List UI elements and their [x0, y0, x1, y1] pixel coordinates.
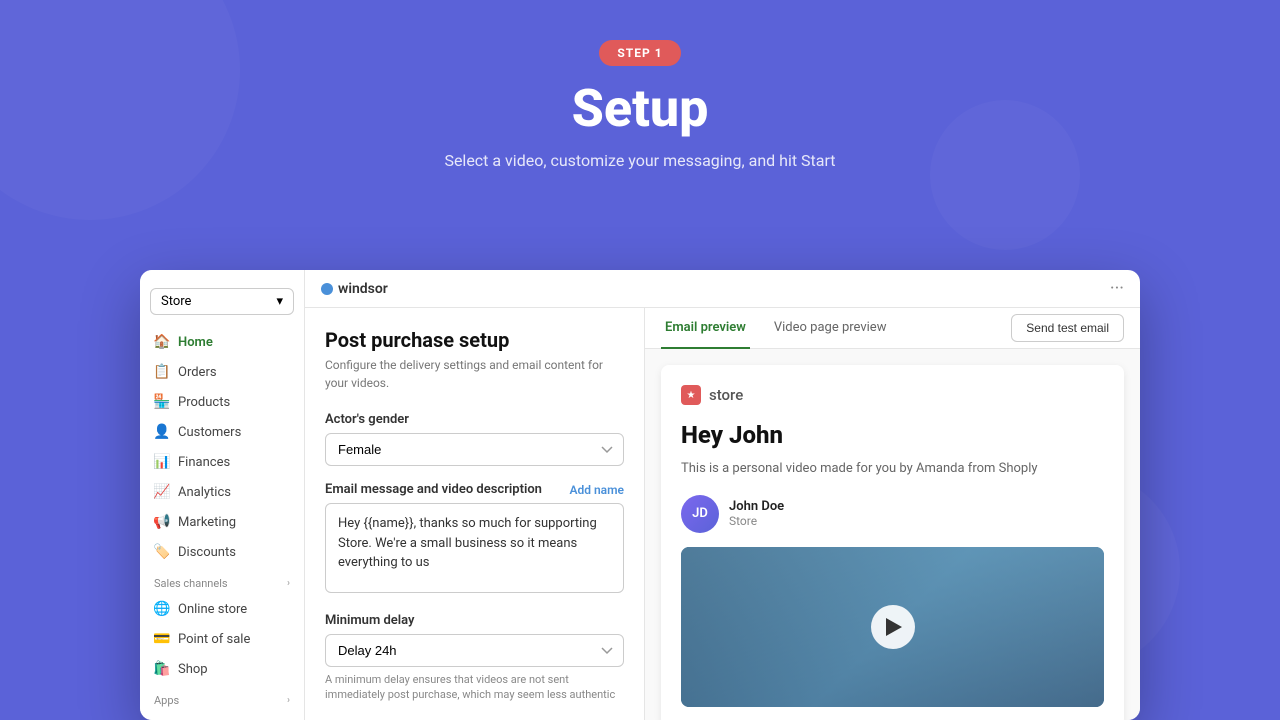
- orders-icon: 📋: [154, 364, 170, 380]
- sales-channels-section: Sales channels ›: [140, 567, 304, 594]
- sidebar-item-orders[interactable]: 📋 Orders: [140, 357, 304, 387]
- sidebar-item-online-store-label: Online store: [178, 602, 247, 617]
- store-name: store: [709, 386, 743, 404]
- sender-name: John Doe: [729, 499, 784, 514]
- sidebar-item-point-of-sale[interactable]: 💳 Point of sale: [140, 624, 304, 654]
- sidebar-item-shop[interactable]: 🛍️ Shop: [140, 654, 304, 684]
- preview-panel: Email preview Video page preview Send te…: [645, 308, 1140, 720]
- send-test-email-button[interactable]: Send test email: [1011, 314, 1124, 342]
- sidebar-item-customers-label: Customers: [178, 425, 241, 440]
- sidebar-item-marketing[interactable]: 📢 Marketing: [140, 507, 304, 537]
- play-triangle-icon: [886, 618, 902, 636]
- actor-gender-field: Actor's gender Female Male: [325, 412, 624, 466]
- home-icon: 🏠: [154, 334, 170, 350]
- email-sender-row: JD John Doe Store: [681, 495, 1104, 533]
- email-greeting: Hey John: [681, 421, 1104, 449]
- preview-content: ★ store Hey John This is a personal vide…: [645, 349, 1140, 720]
- sidebar-item-finances-label: Finances: [178, 455, 230, 470]
- store-selector[interactable]: Store ▾: [150, 288, 294, 315]
- sidebar-item-home-label: Home: [178, 335, 213, 350]
- sidebar-item-products[interactable]: 🏪 Products: [140, 387, 304, 417]
- browser-window: Store ▾ 🏠 Home 📋 Orders 🏪 Products 👤 Cus…: [140, 270, 1140, 720]
- form-description: Configure the delivery settings and emai…: [325, 356, 624, 392]
- page-title: Setup: [0, 78, 1280, 139]
- sidebar-item-online-store[interactable]: 🌐 Online store: [140, 594, 304, 624]
- marketing-icon: 📢: [154, 514, 170, 530]
- content-body: Post purchase setup Configure the delive…: [305, 308, 1140, 720]
- actor-gender-label: Actor's gender: [325, 412, 624, 427]
- preview-tabs: Email preview Video page preview Send te…: [645, 308, 1140, 349]
- sales-channels-arrow: ›: [287, 578, 290, 589]
- sidebar-item-customers[interactable]: 👤 Customers: [140, 417, 304, 447]
- main-content: windsor ··· Post purchase setup Configur…: [305, 270, 1140, 720]
- store-selector-label: Store: [161, 294, 191, 309]
- add-name-link[interactable]: Add name: [569, 483, 624, 497]
- windsor-dot-icon: [321, 283, 333, 295]
- header-area: STEP 1 Setup Select a video, customize y…: [0, 0, 1280, 214]
- sender-avatar: JD: [681, 495, 719, 533]
- form-panel: Post purchase setup Configure the delive…: [305, 308, 645, 720]
- sidebar-item-analytics[interactable]: 📈 Analytics: [140, 477, 304, 507]
- windsor-logo: windsor: [321, 281, 388, 297]
- customers-icon: 👤: [154, 424, 170, 440]
- shop-icon: 🛍️: [154, 661, 170, 677]
- delay-hint: A minimum delay ensures that videos are …: [325, 672, 624, 703]
- sidebar: Store ▾ 🏠 Home 📋 Orders 🏪 Products 👤 Cus…: [140, 270, 305, 720]
- email-message-textarea[interactable]: Hey {{name}}, thanks so much for support…: [325, 503, 624, 593]
- sidebar-item-orders-label: Orders: [178, 365, 217, 380]
- email-message-label: Email message and video description Add …: [325, 482, 624, 497]
- minimum-delay-select[interactable]: Delay 24h Delay 12h No delay: [325, 634, 624, 667]
- tab-email-preview[interactable]: Email preview: [661, 308, 750, 349]
- sidebar-item-pos-label: Point of sale: [178, 632, 250, 647]
- point-of-sale-icon: 💳: [154, 631, 170, 647]
- sidebar-item-shopify-email[interactable]: ✉️ Shopify Email: [140, 711, 304, 720]
- minimum-delay-label: Minimum delay: [325, 613, 624, 628]
- app-header: windsor ···: [305, 270, 1140, 308]
- play-button[interactable]: [871, 605, 915, 649]
- form-title: Post purchase setup: [325, 328, 624, 352]
- online-store-icon: 🌐: [154, 601, 170, 617]
- browser-body: Store ▾ 🏠 Home 📋 Orders 🏪 Products 👤 Cus…: [140, 270, 1140, 720]
- actor-gender-select[interactable]: Female Male: [325, 433, 624, 466]
- video-thumbnail: [681, 547, 1104, 707]
- sender-info: John Doe Store: [729, 499, 784, 528]
- sidebar-item-products-label: Products: [178, 395, 230, 410]
- page-subtitle: Select a video, customize your messaging…: [0, 151, 1280, 170]
- email-body-text: This is a personal video made for you by…: [681, 459, 1104, 479]
- products-icon: 🏪: [154, 394, 170, 410]
- discounts-icon: 🏷️: [154, 544, 170, 560]
- windsor-logo-text: windsor: [338, 281, 388, 297]
- sender-store: Store: [729, 514, 784, 528]
- finances-icon: 📊: [154, 454, 170, 470]
- store-logo-icon: ★: [681, 385, 701, 405]
- store-selector-arrow: ▾: [276, 294, 283, 309]
- sidebar-item-marketing-label: Marketing: [178, 515, 236, 530]
- minimum-delay-field: Minimum delay Delay 24h Delay 12h No del…: [325, 613, 624, 703]
- tab-video-preview[interactable]: Video page preview: [770, 308, 891, 349]
- sidebar-item-shop-label: Shop: [178, 662, 208, 677]
- sidebar-item-discounts[interactable]: 🏷️ Discounts: [140, 537, 304, 567]
- sidebar-item-home[interactable]: 🏠 Home: [140, 327, 304, 357]
- email-card: ★ store Hey John This is a personal vide…: [661, 365, 1124, 720]
- analytics-icon: 📈: [154, 484, 170, 500]
- apps-arrow: ›: [287, 695, 290, 706]
- email-store-logo: ★ store: [681, 385, 1104, 405]
- sidebar-item-analytics-label: Analytics: [178, 485, 231, 500]
- sidebar-item-discounts-label: Discounts: [178, 545, 236, 560]
- apps-section: Apps ›: [140, 684, 304, 711]
- app-menu-button[interactable]: ···: [1110, 278, 1124, 299]
- email-message-field: Email message and video description Add …: [325, 482, 624, 597]
- sidebar-item-finances[interactable]: 📊 Finances: [140, 447, 304, 477]
- step-badge: STEP 1: [599, 40, 680, 66]
